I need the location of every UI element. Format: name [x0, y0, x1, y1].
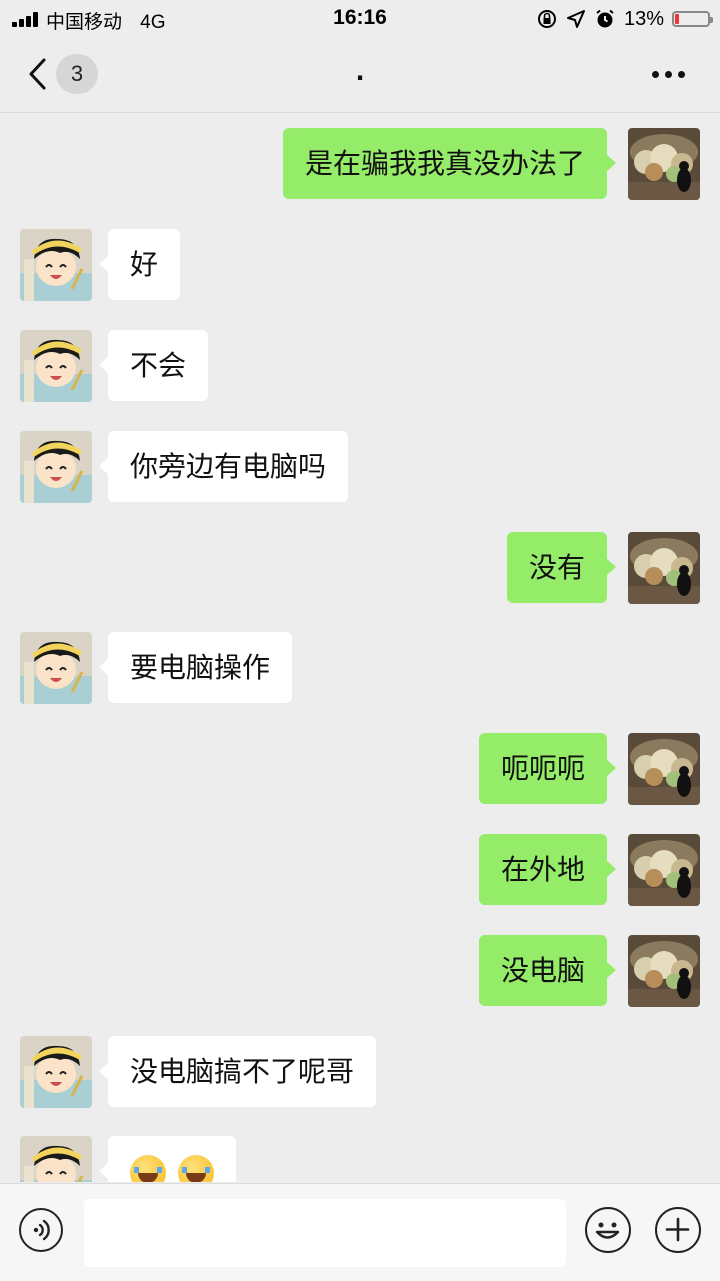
- contact-avatar[interactable]: [20, 632, 92, 704]
- my-avatar[interactable]: [628, 834, 700, 906]
- contact-avatar[interactable]: [20, 330, 92, 402]
- my-avatar[interactable]: [628, 128, 700, 200]
- emoji-button[interactable]: [585, 1207, 631, 1253]
- message-text: 没电脑: [500, 954, 585, 987]
- my-avatar[interactable]: [628, 733, 700, 805]
- voice-icon: [33, 1219, 50, 1241]
- tears-of-joy-icon: [178, 1155, 214, 1182]
- status-icons: 13%: [536, 6, 713, 32]
- message-bubble[interactable]: 没有: [506, 532, 617, 603]
- alarm-icon: [596, 9, 614, 28]
- message-text: 没电脑搞不了呢哥: [130, 1055, 355, 1088]
- battery-percent: 13%: [623, 7, 664, 30]
- plus-icon: [665, 1217, 690, 1242]
- message-text: 要电脑操作: [130, 651, 271, 684]
- message-text: 在外地: [500, 853, 585, 886]
- input-bar: [0, 1183, 720, 1281]
- message-text: 是在骗我我真没办法了: [304, 147, 585, 180]
- location-arrow-icon: [566, 10, 585, 28]
- tears-of-joy-icon: [130, 1155, 166, 1182]
- contact-avatar[interactable]: [20, 1036, 92, 1108]
- message-text: 你旁边有电脑吗: [130, 450, 327, 483]
- message-bubble[interactable]: 好: [98, 229, 181, 300]
- incoming-message: 好: [0, 229, 720, 301]
- message-bubble[interactable]: 不会: [98, 330, 209, 401]
- message-text: 没有: [528, 551, 585, 584]
- incoming-message: 你旁边有电脑吗: [0, 431, 720, 503]
- voice-button[interactable]: [19, 1208, 63, 1252]
- battery-icon: [672, 11, 713, 27]
- status-bar: 中国移动 4G 16:16 13%: [0, 0, 720, 40]
- incoming-message: [0, 1136, 720, 1182]
- message-bubble[interactable]: 呃呃呃: [478, 733, 617, 804]
- message-bubble[interactable]: 要电脑操作: [98, 632, 293, 703]
- outgoing-message: 没电脑: [0, 935, 720, 1007]
- incoming-message: 要电脑操作: [0, 632, 720, 704]
- outgoing-message: 是在骗我我真没办法了: [0, 128, 720, 200]
- outgoing-message: 呃呃呃: [0, 733, 720, 805]
- outgoing-message: 没有: [0, 532, 720, 604]
- my-avatar[interactable]: [628, 935, 700, 1007]
- message-text: 呃呃呃: [500, 752, 585, 785]
- my-avatar[interactable]: [628, 532, 700, 604]
- incoming-message: 没电脑搞不了呢哥: [0, 1036, 720, 1108]
- outgoing-message: 在外地: [0, 834, 720, 906]
- message-text: 好: [130, 248, 159, 281]
- chat-title: .: [355, 58, 365, 86]
- message-input[interactable]: [84, 1199, 566, 1267]
- message-bubble[interactable]: 你旁边有电脑吗: [98, 431, 349, 502]
- emoji-icon: [595, 1222, 620, 1239]
- contact-avatar[interactable]: [20, 431, 92, 503]
- more-options-button[interactable]: [652, 64, 692, 84]
- message-list[interactable]: 是在骗我我真没办法了好不会你旁边有电脑吗没有要电脑操作呃呃呃在外地没电脑没电脑搞…: [0, 113, 720, 1182]
- message-text: 不会: [130, 349, 187, 382]
- chat-header: 3 .: [0, 40, 720, 113]
- message-bubble[interactable]: [99, 1136, 236, 1182]
- message-bubble[interactable]: 没电脑搞不了呢哥: [98, 1036, 377, 1107]
- message-bubble[interactable]: 没电脑: [478, 935, 617, 1006]
- more-dots-icon: [652, 70, 659, 78]
- contact-avatar[interactable]: [20, 1136, 92, 1182]
- incoming-message: 不会: [0, 330, 720, 402]
- more-functions-button[interactable]: [655, 1207, 701, 1253]
- contact-avatar[interactable]: [20, 229, 92, 301]
- message-bubble[interactable]: 在外地: [478, 834, 617, 905]
- message-bubble[interactable]: 是在骗我我真没办法了: [282, 128, 617, 199]
- battery-level: [675, 14, 680, 24]
- lock-rotation-icon: [537, 10, 556, 28]
